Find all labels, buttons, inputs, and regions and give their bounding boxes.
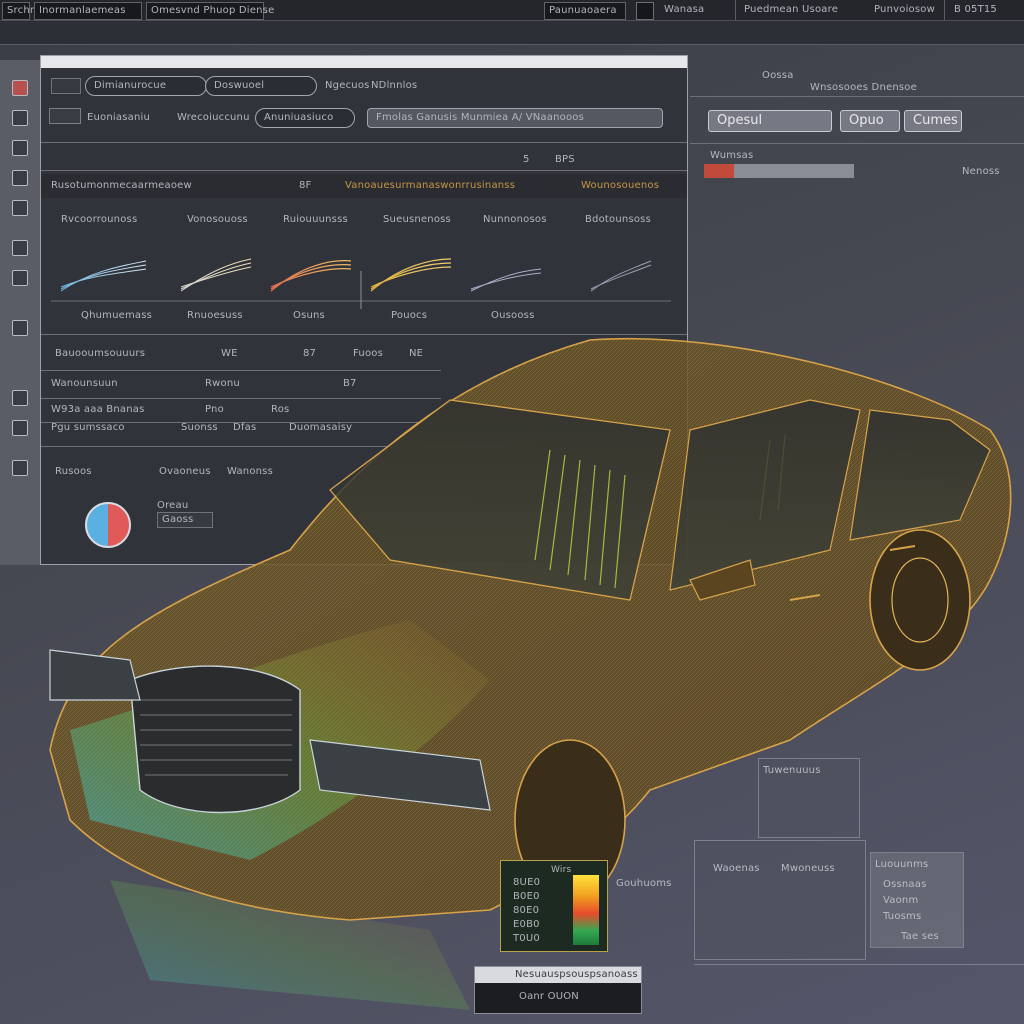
separator: [690, 143, 1024, 144]
chart-title: Ruiouuunsss: [283, 214, 348, 225]
legend-side-label: Gouhuoms: [616, 878, 672, 889]
counter-1: 5: [523, 154, 530, 165]
card-row: Vaonm: [883, 895, 919, 906]
menu-item-5[interactable]: Puedmean Usoare: [740, 2, 860, 20]
mode-selector[interactable]: Anuniuasiuco: [255, 108, 355, 128]
legend-row: B0E0: [513, 891, 540, 902]
status-readout: Nesuauspsouspsanoass Oanr OUON: [474, 966, 642, 1014]
card-title: Luouunms: [875, 859, 929, 870]
card-label: Waoenas: [713, 863, 760, 874]
info-card[interactable]: Luouunms Ossnaas Vaonm Tuosms Tae ses: [870, 852, 964, 948]
chart-title: Sueusnenoss: [383, 214, 451, 225]
waveform-1: [60, 260, 147, 292]
card-row: Tuosms: [883, 911, 922, 922]
chart-title: Nunnonosos: [483, 214, 547, 225]
card-row: Tae ses: [901, 931, 939, 942]
waveform-svg: [51, 258, 671, 309]
waveform-6: [590, 260, 652, 292]
separator: [690, 96, 1024, 97]
tab-4[interactable]: NDlnnlos: [371, 80, 417, 91]
legend-row: T0U0: [513, 933, 540, 944]
menu-item-4[interactable]: Wanasa: [660, 2, 730, 20]
card-row: Ossnaas: [883, 879, 927, 890]
menu-item-6[interactable]: Punvoiosow: [870, 2, 942, 20]
legend-row: 8UE0: [513, 877, 541, 888]
info-card[interactable]: Tuwenuuus: [758, 758, 860, 838]
chart-title: Vonosouoss: [187, 214, 248, 225]
panel-label: Oossa: [762, 70, 794, 81]
separator: [41, 142, 687, 143]
separator: [41, 170, 687, 171]
header-far: Wounosouenos: [581, 180, 660, 191]
tab-1[interactable]: Dimianurocue: [85, 76, 207, 96]
tab-icon[interactable]: [51, 78, 81, 94]
field-label-1: Euoniasaniu: [87, 112, 151, 123]
grid-icon[interactable]: [636, 2, 654, 20]
waveform-5: [470, 268, 542, 292]
waveform-4: [370, 258, 452, 292]
list-icon[interactable]: [12, 140, 28, 156]
info-card[interactable]: Waoenas Mwoneuss: [694, 840, 866, 960]
legend-row: E0B0: [513, 919, 540, 930]
card-title: Tuwenuuus: [763, 765, 821, 776]
status-right: Nenoss: [962, 166, 1000, 177]
toolbar-divider: [0, 20, 1024, 21]
monitor-icon[interactable]: [12, 270, 28, 286]
open-button[interactable]: Opesul: [708, 110, 832, 132]
color-scale-bar: [573, 875, 599, 945]
menu-item-1[interactable]: Inormanlaemeas: [34, 2, 142, 20]
document-icon[interactable]: [12, 110, 28, 126]
filter-bar[interactable]: Fmolas Ganusis Munmiea A/ VNaanooos: [367, 108, 663, 128]
menu-item-2[interactable]: Omesvnd Phuop Diense: [146, 2, 274, 20]
gauge-icon[interactable]: [12, 200, 28, 216]
chart-icon[interactable]: [12, 390, 28, 406]
option-button[interactable]: Opuo: [840, 110, 900, 132]
record-icon[interactable]: [49, 108, 81, 124]
window-titlebar[interactable]: [41, 56, 687, 68]
field-label-2: Wrecoiuccunu: [177, 112, 250, 123]
header-mid: 8F: [299, 180, 312, 191]
status-caption: Wumsas: [710, 150, 754, 161]
clear-button[interactable]: Cumes: [904, 110, 962, 132]
counter-2: BPS: [555, 154, 575, 165]
readout-title: Nesuauspsouspsanoass: [515, 969, 638, 980]
signal-legend: Wirs 8UE0 B0E0 80E0 E0B0 T0U0: [500, 860, 608, 952]
readout-value: Oanr OUON: [519, 991, 579, 1002]
card-label: Mwoneuss: [781, 863, 835, 874]
alert-icon[interactable]: [12, 80, 28, 96]
engine-icon[interactable]: [12, 240, 28, 256]
top-toolbar: Srchr Inormanlaemeas Omesvnd Phuop Diens…: [0, 0, 1024, 45]
tab-2[interactable]: Doswuoel: [205, 76, 317, 96]
separator: [694, 964, 1024, 965]
chart-title: Rvcoorrounoss: [61, 214, 138, 225]
status-progress-bar: [704, 164, 854, 178]
header-left: Rusotumonmecaarmeaoew: [51, 180, 192, 191]
panel-sublabel: Wnsosooes Dnensoe: [810, 82, 917, 93]
toolbar-subrow: [0, 21, 1024, 44]
rear-wheel: [869, 529, 971, 671]
waveform-3: [270, 260, 352, 292]
info-icon[interactable]: [12, 460, 28, 476]
header-right: Vanoauesurmanaswonrrusinanss: [345, 180, 516, 191]
wrench-icon[interactable]: [12, 320, 28, 336]
header-row: Rusotumonmecaarmeaoew 8F Vanoauesurmanas…: [41, 174, 687, 198]
menu-item-7[interactable]: B 05T15: [950, 2, 1006, 20]
menu-item-3[interactable]: Paunuaoaera: [544, 2, 626, 20]
right-info-panel: Oossa Wnsosooes Dnensoe Opesul Opuo Cume…: [690, 48, 1024, 198]
app-logo[interactable]: Srchr: [2, 2, 34, 20]
legend-title: Wirs: [551, 865, 572, 875]
settings-icon[interactable]: [12, 420, 28, 436]
front-grille: [129, 665, 301, 814]
legend-row: 80E0: [513, 905, 540, 916]
waveform-2: [180, 258, 252, 292]
tab-3[interactable]: Ngecuos: [325, 80, 370, 91]
sensor-icon[interactable]: [12, 170, 28, 186]
chart-title: Bdotounsoss: [585, 214, 651, 225]
